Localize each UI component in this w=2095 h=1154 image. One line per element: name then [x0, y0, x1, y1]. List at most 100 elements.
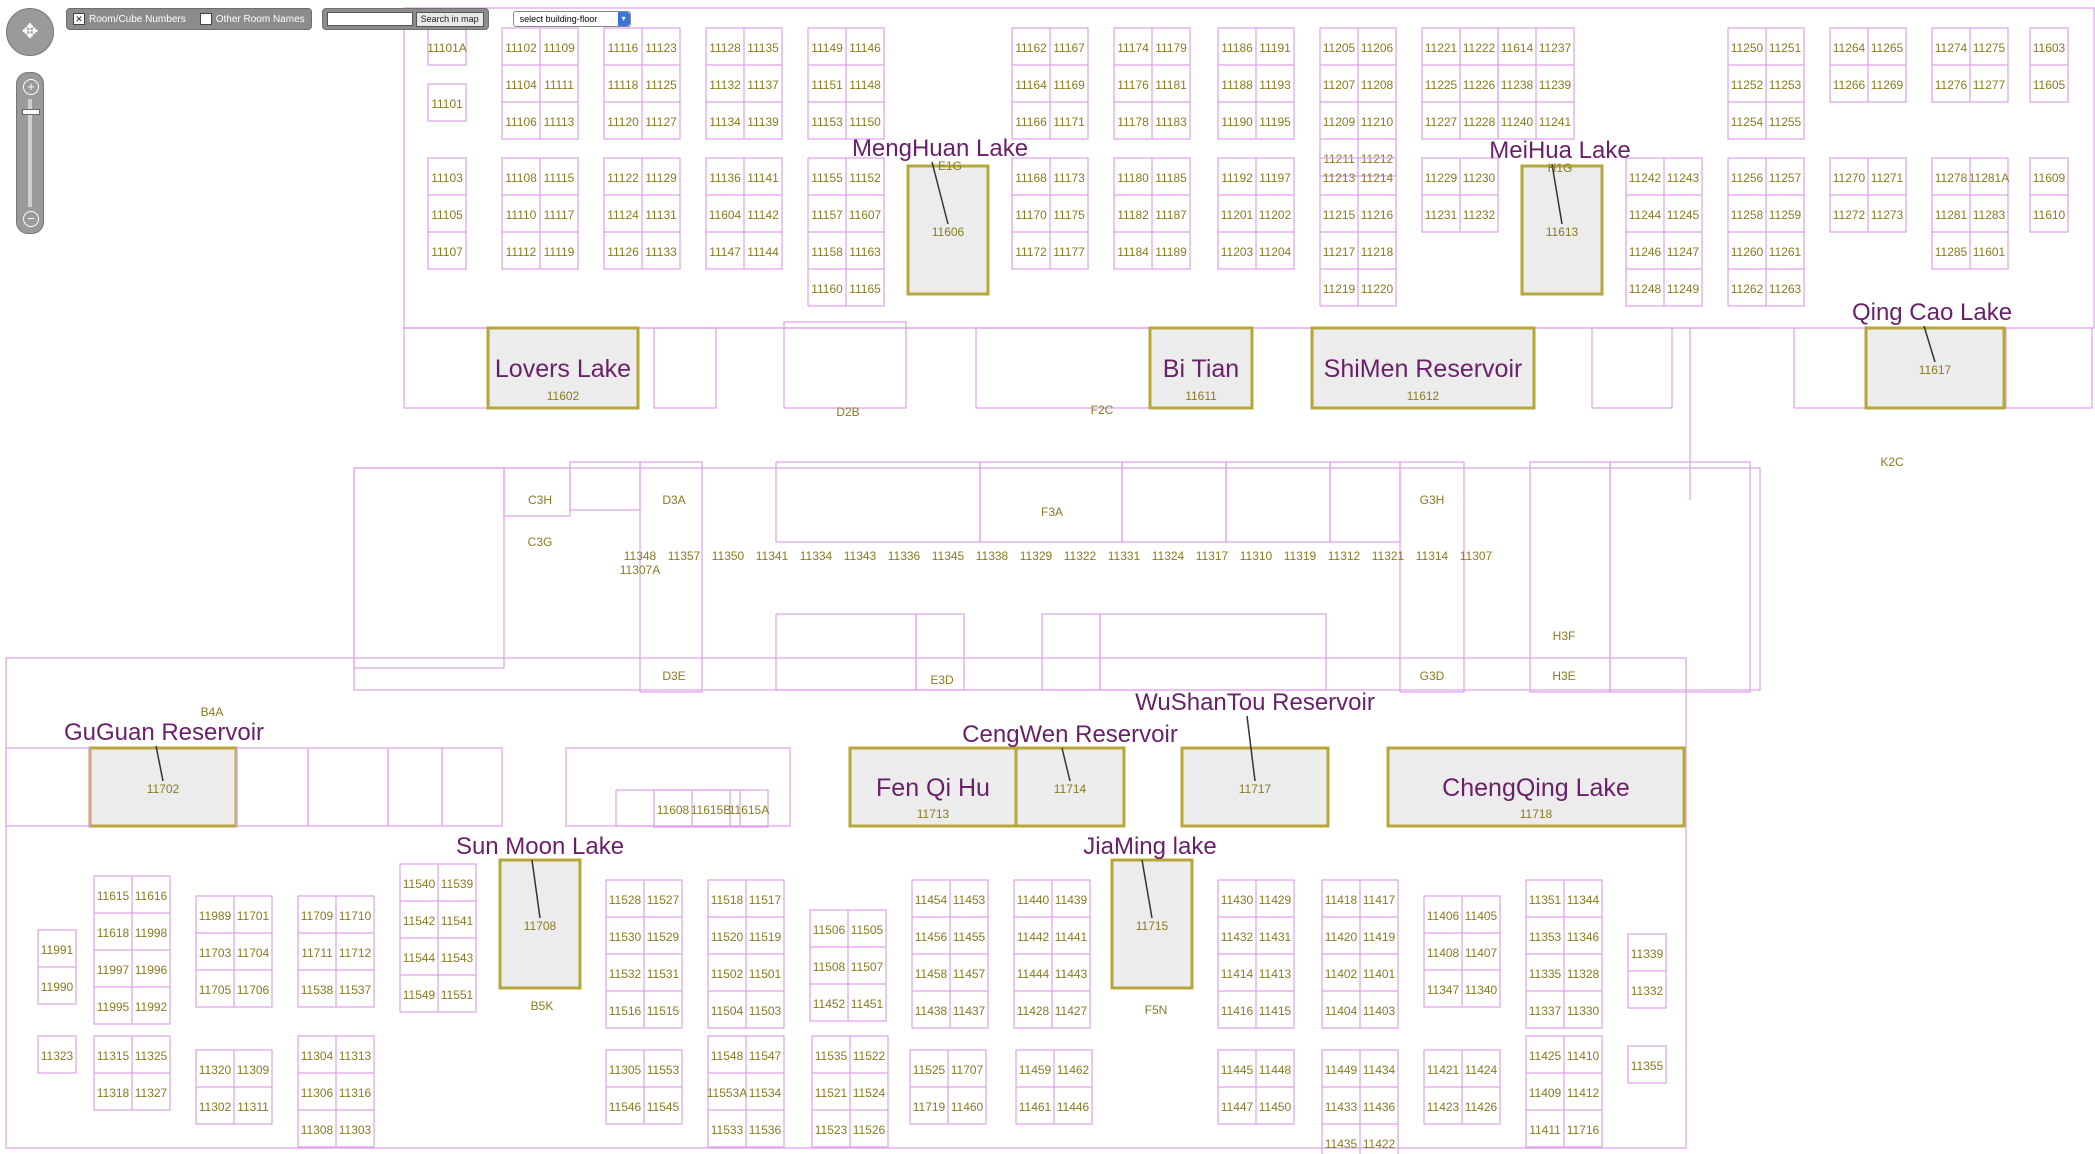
other-names-checkbox[interactable]	[199, 13, 212, 25]
room-number[interactable]: 11601	[1973, 245, 2006, 259]
conference-room-name[interactable]: Lovers Lake	[495, 355, 631, 383]
room-number[interactable]: 11453	[953, 893, 986, 907]
room-number[interactable]: 11459	[1019, 1063, 1052, 1077]
room-number[interactable]: 11178	[1117, 115, 1149, 129]
room-number[interactable]: 11412	[1567, 1086, 1600, 1100]
room-number[interactable]: 11992	[135, 1000, 168, 1014]
room-number[interactable]: 11605	[2033, 78, 2066, 92]
room-number[interactable]: 11421	[1427, 1063, 1460, 1077]
room-number[interactable]: 11139	[747, 115, 779, 129]
room-number[interactable]: 11222	[1463, 41, 1496, 55]
room-number[interactable]: 11442	[1017, 930, 1050, 944]
room-number[interactable]: 11998	[135, 926, 168, 940]
room-number[interactable]: 11548	[711, 1049, 744, 1063]
room-number[interactable]: 11337	[1529, 1004, 1562, 1018]
room-number[interactable]: 11609	[2033, 171, 2066, 185]
room-number[interactable]: 11502	[711, 967, 744, 981]
room-number[interactable]: 11155	[811, 171, 843, 185]
conference-room-name[interactable]: ShiMen Reservoir	[1324, 355, 1523, 383]
room-number[interactable]: 11211	[1323, 152, 1355, 166]
room-number[interactable]: 11402	[1325, 967, 1358, 981]
callout-room-number[interactable]: 11714	[1054, 782, 1087, 796]
room-number[interactable]: 11335	[1529, 967, 1562, 981]
room-number[interactable]: 11507	[851, 960, 884, 974]
room-number[interactable]: 11259	[1769, 208, 1802, 222]
plus-icon[interactable]: +	[23, 79, 39, 95]
room-number[interactable]: 11205	[1323, 41, 1356, 55]
room-number[interactable]: 11615B	[691, 803, 731, 817]
room-number[interactable]: 11422	[1363, 1137, 1396, 1151]
room-number[interactable]: 11261	[1769, 245, 1802, 259]
room-number[interactable]: 11321	[1372, 549, 1405, 563]
room-number[interactable]: 11329	[1020, 549, 1053, 563]
room-number[interactable]: 11129	[645, 171, 677, 185]
room-number[interactable]: 11192	[1221, 171, 1253, 185]
room-number[interactable]: 11195	[1259, 115, 1291, 129]
room-number[interactable]: 11420	[1325, 930, 1358, 944]
room-number[interactable]: 11239	[1539, 78, 1572, 92]
room-number[interactable]: 11175	[1053, 208, 1085, 222]
room-number[interactable]: 11256	[1731, 171, 1764, 185]
room-number[interactable]: 11439	[1055, 893, 1088, 907]
room-number[interactable]: 11407	[1465, 946, 1498, 960]
room-number[interactable]: 11107	[431, 245, 463, 259]
room-number[interactable]: 11504	[711, 1004, 744, 1018]
room-number[interactable]: 11540	[403, 877, 436, 891]
room-number[interactable]: 11530	[609, 930, 642, 944]
room-number[interactable]: 11348	[624, 549, 657, 563]
conference-room-number[interactable]: 11718	[1520, 807, 1553, 821]
callout-room-number[interactable]: 11617	[1919, 363, 1952, 377]
room-number[interactable]: 11258	[1731, 208, 1764, 222]
room-number[interactable]: 11518	[711, 893, 744, 907]
room-number[interactable]: 11305	[609, 1063, 642, 1077]
room-number[interactable]: 11197	[1259, 171, 1291, 185]
room-number[interactable]: 11112	[506, 245, 537, 259]
room-number[interactable]: 11212	[1361, 152, 1394, 166]
room-number[interactable]: 11716	[1567, 1123, 1600, 1137]
room-number[interactable]: 11434	[1363, 1063, 1396, 1077]
room-number[interactable]: 11990	[41, 980, 74, 994]
room-number[interactable]: 11411	[1529, 1123, 1561, 1137]
room-number[interactable]: 11437	[953, 1004, 986, 1018]
conference-room-number[interactable]: 11602	[547, 389, 580, 403]
room-number[interactable]: 11273	[1871, 208, 1904, 222]
zoom-handle[interactable]	[22, 109, 40, 115]
callout-room-name[interactable]: MengHuan Lake	[852, 135, 1028, 162]
room-number[interactable]: 11427	[1055, 1004, 1088, 1018]
room-number[interactable]: 11719	[913, 1100, 946, 1114]
room-number[interactable]: 11314	[1416, 549, 1449, 563]
room-number[interactable]: 11418	[1325, 893, 1358, 907]
room-number[interactable]: 11283	[1973, 208, 2006, 222]
room-number[interactable]: 11183	[1155, 115, 1187, 129]
room-number[interactable]: 11610	[2033, 208, 2066, 222]
room-number[interactable]: 11446	[1057, 1100, 1090, 1114]
room-number[interactable]: 11242	[1629, 171, 1662, 185]
room-number[interactable]: 11549	[403, 988, 436, 1002]
callout-room-number[interactable]: 11702	[147, 782, 180, 796]
room-number[interactable]: 11132	[709, 78, 741, 92]
room-number[interactable]: 11126	[607, 245, 639, 259]
room-number[interactable]: 11989	[199, 909, 232, 923]
room-number[interactable]: 11104	[505, 78, 537, 92]
room-number[interactable]: 11521	[815, 1086, 848, 1100]
room-number[interactable]: 11462	[1057, 1063, 1090, 1077]
callout-room-number[interactable]: 11613	[1546, 225, 1579, 239]
room-number[interactable]: 11519	[749, 930, 782, 944]
room-number[interactable]: 11331	[1108, 549, 1141, 563]
room-number[interactable]: 11454	[915, 893, 948, 907]
room-number[interactable]: 11302	[199, 1100, 232, 1114]
room-number[interactable]: 11506	[813, 923, 846, 937]
room-number[interactable]: 11163	[849, 245, 881, 259]
room-number[interactable]: 11995	[97, 1000, 130, 1014]
room-number[interactable]: 11185	[1155, 171, 1187, 185]
room-number[interactable]: 11703	[199, 946, 232, 960]
room-number[interactable]: 11204	[1259, 245, 1292, 259]
room-number[interactable]: 11709	[301, 909, 334, 923]
room-number[interactable]: 11429	[1259, 893, 1292, 907]
conference-room-number[interactable]: 11612	[1407, 389, 1440, 403]
room-number[interactable]: 11164	[1015, 78, 1047, 92]
room-number[interactable]: 11228	[1463, 115, 1496, 129]
room-number[interactable]: 11278	[1935, 171, 1968, 185]
room-number[interactable]: 11317	[1196, 549, 1229, 563]
room-number[interactable]: 11110	[506, 208, 537, 222]
